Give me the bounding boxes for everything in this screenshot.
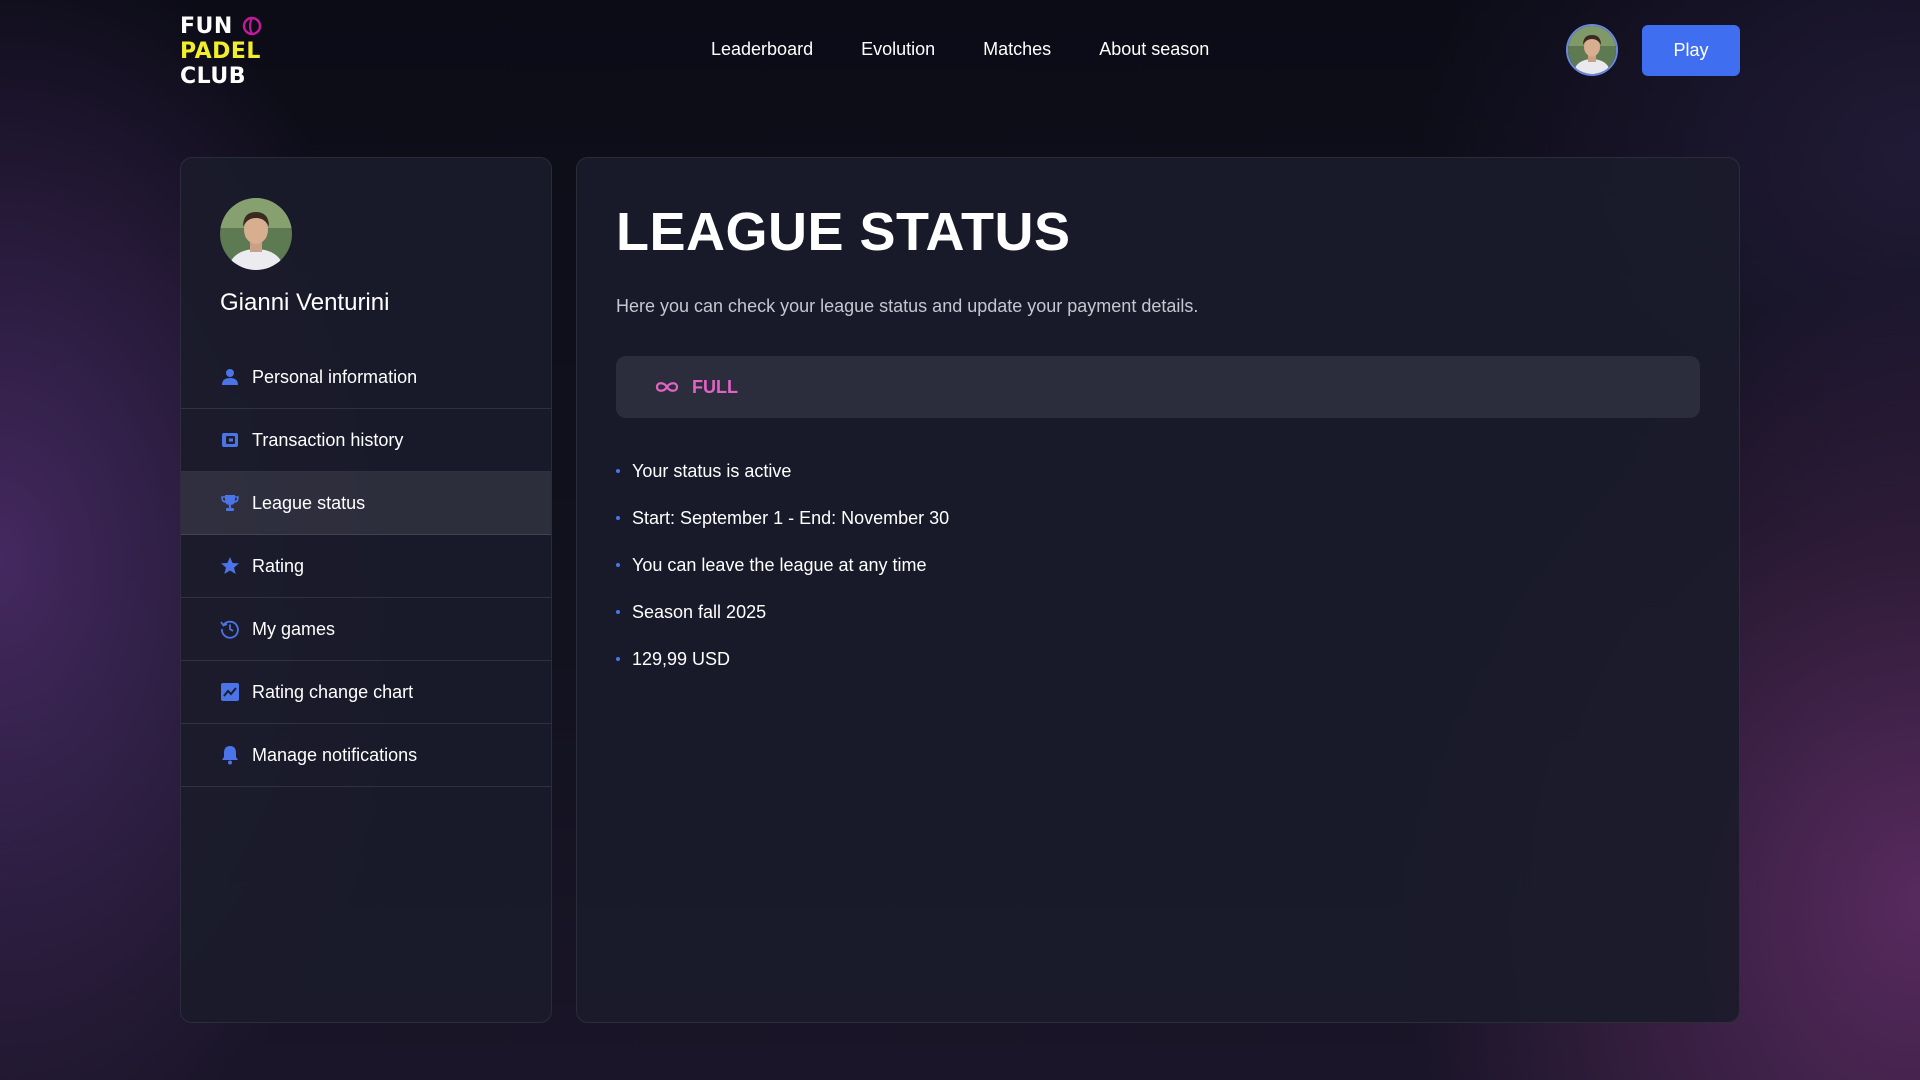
nav-about-season[interactable]: About season (1099, 36, 1209, 62)
sidebar-item-personal-information[interactable]: Personal information (181, 346, 551, 409)
sidebar-menu: Personal information Transaction history… (181, 346, 551, 787)
wallet-icon (220, 430, 240, 450)
sidebar-item-label: My games (252, 618, 336, 639)
detail-season: Season fall 2025 (632, 602, 767, 622)
top-header: FUN PADEL CLUB Leaderboard Evolution Mat… (180, 0, 1740, 102)
plan-label: FULL (692, 376, 738, 397)
sidebar-item-label: League status (252, 492, 366, 513)
nav-leaderboard[interactable]: Leaderboard (711, 36, 813, 62)
chart-icon (220, 682, 240, 702)
list-item: Your status is active (616, 448, 949, 495)
profile-sidebar: Gianni Venturini Personal information Tr… (180, 157, 552, 1023)
sidebar-item-my-games[interactable]: My games (181, 598, 551, 661)
bullet-icon (616, 656, 620, 661)
sidebar-item-rating-change-chart[interactable]: Rating change chart (181, 661, 551, 724)
page-subtitle: Here you can check your league status an… (616, 296, 1199, 316)
avatar-photo-icon (1568, 26, 1616, 74)
detail-price: 129,99 USD (632, 649, 731, 669)
sidebar-item-label: Rating change chart (252, 681, 414, 702)
detail-status: Your status is active (632, 461, 792, 481)
list-item: You can leave the league at any time (616, 542, 949, 589)
sidebar-item-rating[interactable]: Rating (181, 535, 551, 598)
bullet-icon (616, 562, 620, 567)
bell-icon (220, 745, 240, 765)
sidebar-item-label: Transaction history (252, 429, 404, 450)
detail-leave-policy: You can leave the league at any time (632, 555, 927, 575)
fun-padel-club-logo[interactable]: FUN PADEL CLUB (180, 14, 280, 89)
sidebar-item-label: Personal information (252, 366, 418, 387)
list-item: Season fall 2025 (616, 589, 949, 636)
list-item: Start: September 1 - End: November 30 (616, 495, 949, 542)
sidebar-user-avatar (220, 198, 292, 270)
sidebar-item-transaction-history[interactable]: Transaction history (181, 409, 551, 472)
nav-matches[interactable]: Matches (983, 36, 1051, 62)
bullet-icon (616, 609, 620, 614)
play-button[interactable]: Play (1642, 25, 1740, 76)
padel-ball-icon (242, 16, 262, 36)
main-nav: Leaderboard Evolution Matches About seas… (711, 36, 1209, 62)
nav-evolution[interactable]: Evolution (861, 36, 935, 62)
logo-line-padel: PADEL (180, 39, 261, 64)
avatar-photo-icon (220, 198, 292, 270)
sidebar-item-label: Manage notifications (252, 744, 418, 765)
user-name: Gianni Venturini (220, 289, 390, 316)
sidebar-item-label: Rating (252, 555, 305, 576)
star-icon (220, 556, 240, 576)
bullet-icon (616, 468, 620, 473)
trophy-icon (220, 493, 240, 513)
plan-badge: FULL (616, 356, 1700, 418)
person-icon (220, 367, 240, 387)
history-icon (220, 619, 240, 639)
league-details-list: Your status is active Start: September 1… (616, 448, 949, 683)
logo-line-club: CLUB (180, 64, 247, 89)
logo-line-fun: FUN (180, 14, 233, 39)
detail-dates: Start: September 1 - End: November 30 (632, 508, 950, 528)
list-item: 129,99 USD (616, 636, 949, 683)
sidebar-item-manage-notifications[interactable]: Manage notifications (181, 724, 551, 787)
bullet-icon (616, 515, 620, 520)
league-status-panel: LEAGUE STATUS Here you can check your le… (576, 157, 1740, 1023)
infinity-icon (655, 382, 679, 392)
sidebar-item-league-status[interactable]: League status (181, 472, 551, 535)
header-user-avatar[interactable] (1566, 24, 1618, 76)
page-title: LEAGUE STATUS (616, 202, 1071, 262)
